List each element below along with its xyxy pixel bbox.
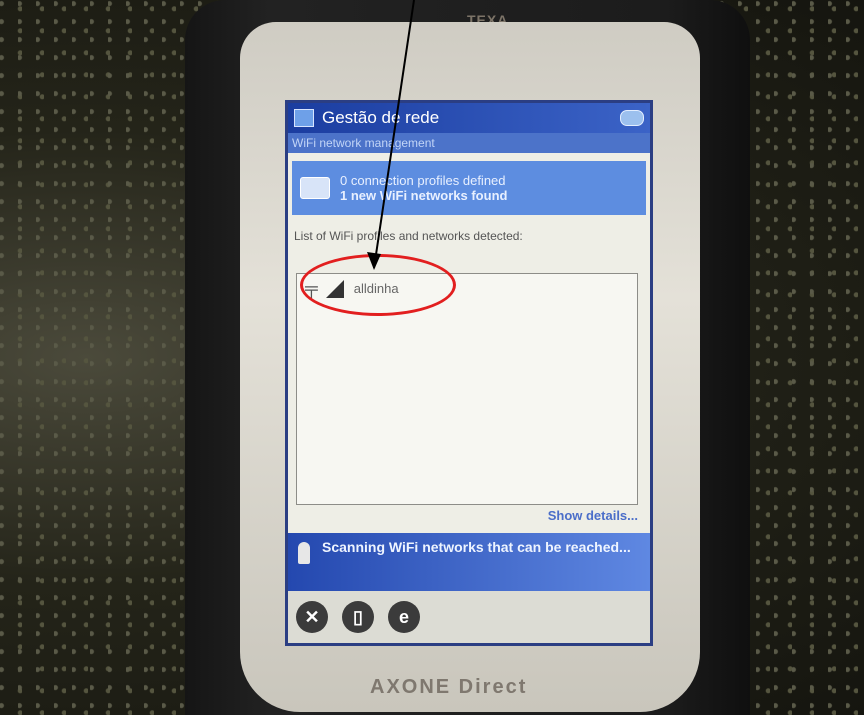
title-bar: Gestão de rede bbox=[288, 103, 650, 133]
device-screen: Gestão de rede WiFi network management 0… bbox=[285, 100, 653, 646]
internet-explorer-icon: e bbox=[398, 606, 409, 627]
bottom-toolbar: ✕ ▯ e bbox=[288, 591, 650, 643]
networks-found: 1 new WiFi networks found bbox=[340, 188, 508, 203]
show-details-link[interactable]: Show details... bbox=[548, 508, 638, 523]
app-title: Gestão de rede bbox=[322, 108, 440, 127]
summary-lines: 0 connection profiles defined 1 new WiFi… bbox=[340, 173, 507, 203]
ok-button[interactable] bbox=[620, 110, 644, 126]
device-footer-brand: AXONE Direct bbox=[370, 676, 528, 698]
summary-box: 0 connection profiles defined 1 new WiFi… bbox=[292, 161, 646, 215]
close-icon: ✕ bbox=[304, 606, 320, 627]
status-bar: Scanning WiFi networks that can be reach… bbox=[288, 533, 650, 595]
profiles-count: 0 connection profiles defined bbox=[340, 173, 506, 188]
device-settings-icon: ▯ bbox=[353, 606, 363, 627]
browser-button[interactable]: e bbox=[388, 601, 420, 633]
status-text: Scanning WiFi networks that can be reach… bbox=[322, 539, 631, 555]
app-subtitle: WiFi network management bbox=[288, 133, 650, 153]
bulb-icon bbox=[298, 542, 310, 564]
networks-list-label: List of WiFi profiles and networks detec… bbox=[294, 229, 523, 243]
device-settings-button[interactable]: ▯ bbox=[342, 601, 374, 633]
annotation-circle bbox=[300, 254, 456, 316]
network-card-icon bbox=[300, 177, 330, 199]
start-menu-icon[interactable] bbox=[294, 109, 314, 127]
close-button[interactable]: ✕ bbox=[296, 601, 328, 633]
